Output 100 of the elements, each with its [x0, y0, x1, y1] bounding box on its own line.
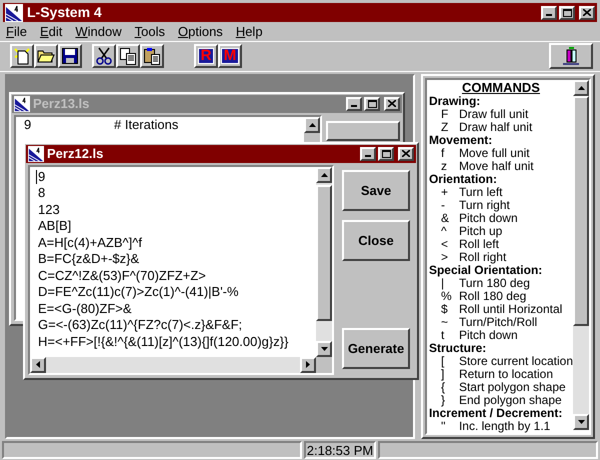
- scroll-thumb[interactable]: [573, 96, 589, 326]
- save-file-button[interactable]: [58, 44, 82, 68]
- app-logo-icon: [14, 96, 30, 112]
- up-arrow-icon: [320, 172, 328, 177]
- tool-button[interactable]: [549, 43, 593, 70]
- code-line: D=FE^Zc(11)c(7)>Zc(1)^-(41)|B'-%: [38, 284, 239, 301]
- maximize-button[interactable]: [559, 6, 575, 20]
- command-symbol: [: [440, 354, 446, 368]
- code-line: 123: [38, 202, 60, 218]
- maximize-icon: [562, 8, 572, 16]
- vertical-scrollbar[interactable]: [573, 80, 589, 430]
- close-button[interactable]: [398, 146, 414, 161]
- section-title: Increment / Decrement:: [428, 406, 562, 420]
- code-line: B=FC{z&D+-$z}&: [38, 251, 140, 268]
- minimize-button[interactable]: [541, 6, 557, 20]
- scissors-icon: [95, 47, 113, 66]
- up-arrow-icon: [578, 86, 584, 90]
- command-symbol: ]: [440, 368, 446, 381]
- action-button[interactable]: Close: [342, 220, 410, 261]
- down-arrow-icon: [320, 346, 328, 351]
- command-symbol: |: [440, 276, 444, 290]
- maximize-icon: [382, 150, 390, 158]
- command-symbol: <: [440, 238, 449, 251]
- command-symbol: +: [440, 186, 449, 199]
- text-cursor: [36, 170, 37, 184]
- command-symbol: f: [440, 146, 446, 160]
- command-description: Draw half unit: [458, 120, 532, 134]
- paste-button[interactable]: [140, 44, 164, 68]
- menu-item[interactable]: Options: [178, 22, 223, 42]
- action-button[interactable]: Save: [342, 170, 410, 211]
- parameter-comment: # Iterations: [114, 116, 178, 133]
- command-symbol: ^: [440, 224, 448, 238]
- partial-button[interactable]: [326, 120, 400, 141]
- open-folder-button[interactable]: [34, 44, 58, 68]
- command-symbol: ~: [440, 316, 449, 329]
- command-symbol: z: [440, 160, 448, 173]
- menu-item[interactable]: Help: [236, 22, 263, 42]
- close-button[interactable]: [384, 96, 400, 111]
- close-button[interactable]: [579, 6, 595, 20]
- command-description: Turn left: [458, 186, 503, 199]
- command-description: Pitch up: [458, 224, 502, 238]
- command-description: Store current location: [458, 354, 573, 368]
- command-description: Return to location: [458, 368, 553, 381]
- command-description: Pitch down: [458, 328, 518, 342]
- action-button[interactable]: Generate: [342, 328, 410, 369]
- horizontal-scrollbar[interactable]: [30, 356, 316, 373]
- command-description: Turn right: [458, 198, 510, 212]
- commands-heading: COMMANDS: [462, 80, 540, 95]
- command-description: Start polygon shape: [458, 380, 566, 394]
- command-symbol: '': [440, 420, 447, 433]
- command-symbol: %: [440, 290, 453, 303]
- left-arrow-icon: [36, 361, 40, 368]
- command-description: Roll right: [458, 250, 506, 264]
- cut-button[interactable]: [92, 44, 116, 68]
- command-symbol: &: [440, 212, 450, 225]
- maximize-button[interactable]: [378, 146, 394, 161]
- command-description: Roll left: [458, 238, 499, 251]
- command-symbol: Z: [440, 120, 450, 134]
- code-line: E=<G-(80)ZF>&: [38, 300, 132, 318]
- command-description: Move full unit: [458, 146, 530, 160]
- parameter-value: 9: [24, 116, 32, 133]
- code-line: A=H[c(4)+AZB^]^f: [38, 234, 142, 252]
- folder-icon: [37, 48, 55, 64]
- menu-item[interactable]: Tools: [134, 22, 165, 42]
- maximize-button[interactable]: [364, 96, 380, 111]
- command-description: Inc. length by 1.1: [458, 420, 550, 433]
- command-symbol: t: [440, 328, 446, 342]
- right-arrow-icon: [306, 361, 310, 368]
- document-title: Perz12.ls: [47, 145, 104, 164]
- command-description: Roll until Horizontal: [458, 302, 562, 316]
- scroll-thumb[interactable]: [316, 184, 332, 321]
- section-title: Orientation:: [428, 172, 497, 186]
- scroll-up-button[interactable]: [304, 116, 320, 133]
- vertical-scrollbar[interactable]: [316, 166, 332, 357]
- new-file-button[interactable]: [10, 44, 34, 68]
- test-tube-icon: [561, 46, 581, 66]
- command-symbol: $: [440, 302, 449, 316]
- app-logo-icon: [28, 146, 44, 162]
- scrollbar-corner: [316, 356, 332, 373]
- section-title: Special Orientation:: [428, 264, 542, 277]
- document-title: Perz13.ls: [33, 95, 90, 114]
- close-icon: [388, 100, 396, 108]
- section-title: Movement:: [428, 134, 492, 147]
- minimize-button[interactable]: [360, 146, 376, 161]
- minimize-icon: [546, 14, 552, 16]
- close-icon: [402, 150, 410, 158]
- status-time: 2:18:53 PM: [304, 441, 376, 460]
- command-description: Roll 180 deg: [458, 290, 526, 303]
- up-arrow-icon: [308, 122, 316, 127]
- code-line: 9: [38, 168, 46, 186]
- menu-item[interactable]: File: [6, 22, 27, 42]
- maximize-icon: [368, 100, 376, 108]
- command-description: End polygon shape: [458, 394, 562, 407]
- minimize-button[interactable]: [346, 96, 362, 111]
- code-line: C=CZ^!Z&(53)F^(70)ZFZ+Z>: [38, 268, 206, 284]
- copy-button[interactable]: [116, 44, 140, 68]
- minimize-icon: [365, 154, 371, 157]
- close-icon: [583, 9, 591, 16]
- menu-item[interactable]: Edit: [40, 22, 62, 42]
- menu-item[interactable]: Window: [75, 22, 122, 42]
